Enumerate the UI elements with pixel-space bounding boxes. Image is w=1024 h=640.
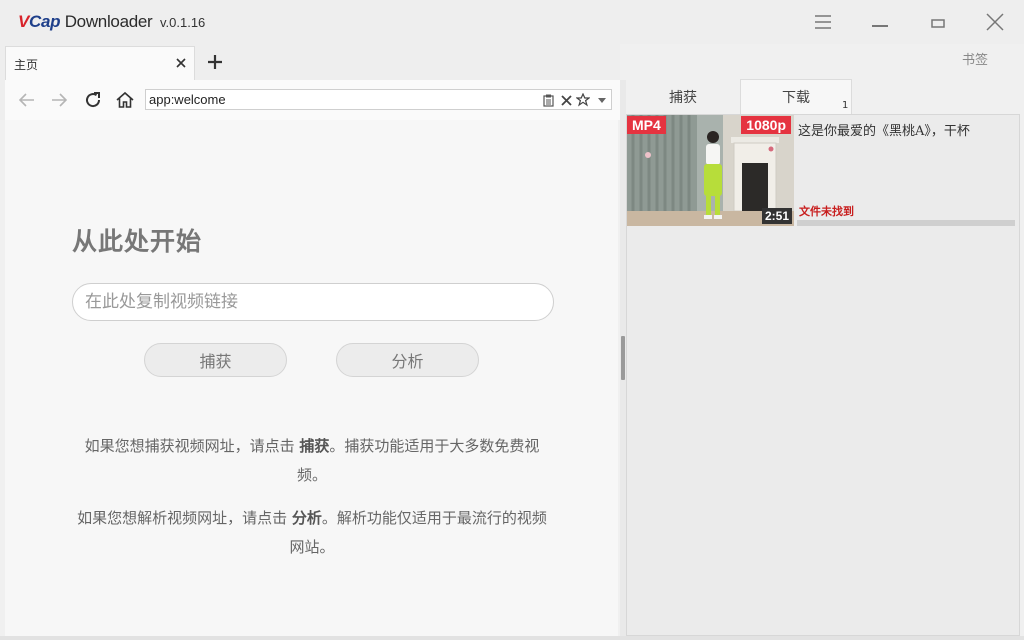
bookmarks-label[interactable]: 书签 [962, 49, 988, 68]
welcome-heading: 从此处开始 [72, 227, 203, 256]
dropdown-icon [598, 98, 606, 103]
new-tab-button[interactable] [203, 50, 227, 74]
close-icon [176, 58, 186, 68]
close-icon [986, 13, 1004, 31]
home-icon [116, 91, 134, 108]
tab-close-button[interactable] [171, 53, 191, 73]
splitter-grip[interactable] [621, 336, 625, 380]
url-text[interactable]: app:welcome [149, 92, 226, 107]
clear-icon [560, 94, 572, 106]
maximize-icon [931, 19, 945, 28]
title-bar: VCap Downloader v.0.1.16 [0, 0, 1024, 44]
capture-help-text: 如果您想捕获视频网址，请点击 捕获。捕获功能适用于大多数免费视频。 [84, 437, 540, 484]
capture-button[interactable]: 捕获 [144, 343, 287, 377]
tab-strip: 主页 [0, 44, 620, 80]
star-icon [576, 93, 590, 107]
tab-downloads[interactable]: 下载 [740, 79, 852, 114]
back-icon [18, 93, 34, 107]
reload-button[interactable] [81, 88, 105, 112]
minimize-icon [872, 25, 888, 27]
download-status: 文件未找到 [799, 205, 854, 218]
quality-badge: 1080p [741, 116, 791, 134]
plus-icon [208, 55, 222, 69]
download-progress-bar [797, 220, 1015, 226]
clear-url-button[interactable] [558, 91, 574, 109]
video-thumbnail[interactable]: MP4 1080p 2:51 [627, 115, 794, 226]
back-button[interactable] [15, 88, 39, 112]
tab-title: 主页 [14, 58, 39, 72]
analyze-button[interactable]: 分析 [336, 343, 479, 377]
reload-icon [86, 92, 101, 108]
tab-home[interactable]: 主页 [5, 46, 195, 80]
download-count-badge: 1 [842, 100, 849, 111]
bookmark-star-button[interactable] [575, 91, 591, 109]
paste-button[interactable] [540, 91, 556, 109]
format-badge: MP4 [627, 116, 666, 134]
duration-badge: 2:51 [761, 208, 792, 224]
menu-button[interactable] [800, 6, 846, 38]
tab-capture[interactable]: 捕获 [627, 79, 739, 114]
history-dropdown-button[interactable] [594, 91, 610, 109]
app-logo: VCap Downloader [18, 12, 153, 31]
home-button[interactable] [113, 88, 137, 112]
address-bar[interactable]: app:welcome [145, 89, 612, 110]
forward-icon [52, 93, 68, 107]
app-version: v.0.1.16 [160, 15, 206, 30]
menu-icon [815, 15, 831, 29]
video-link-input[interactable] [72, 283, 554, 321]
analyze-help-text: 如果您想解析视频网址，请点击 分析。解析功能仅适用于最流行的视频网站。 [77, 509, 547, 556]
bottom-border [0, 636, 1024, 640]
forward-button[interactable] [47, 88, 71, 112]
download-title[interactable]: 这是你最爱的《黑桃A》，干杯 [798, 120, 1018, 139]
close-button[interactable] [972, 6, 1018, 38]
minimize-button[interactable] [857, 6, 903, 38]
clipboard-icon [542, 94, 554, 107]
maximize-button[interactable] [915, 6, 961, 38]
